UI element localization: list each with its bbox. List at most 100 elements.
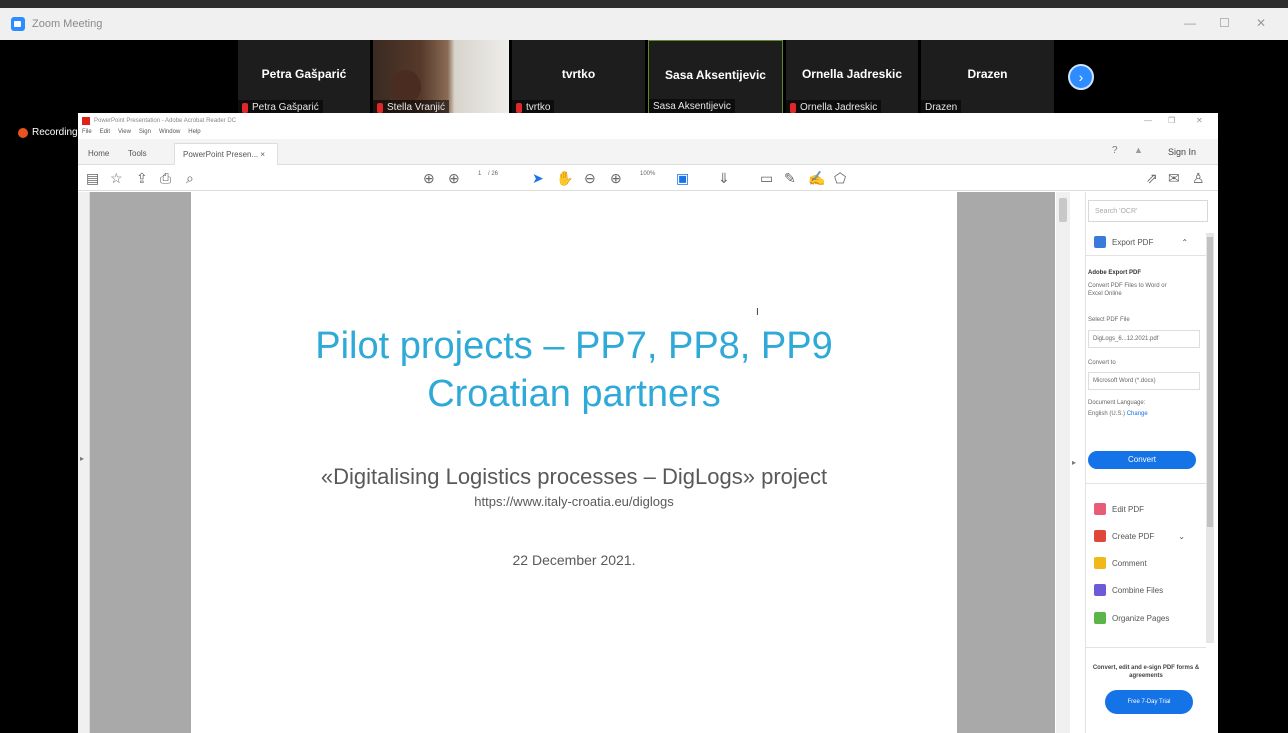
page-up-icon[interactable]: ⊕ <box>423 170 435 186</box>
recording-label: Recording <box>32 127 78 138</box>
select-tool-icon[interactable]: ➤ <box>532 170 544 186</box>
print-icon[interactable]: ⎙ <box>160 170 171 186</box>
scrollbar-thumb[interactable] <box>1059 198 1067 222</box>
upload-cloud-icon[interactable]: ⇪ <box>136 170 148 186</box>
tool-edit-pdf[interactable]: Edit PDF <box>1094 503 1144 515</box>
menu-bar: File Edit View Sign Window Help <box>78 129 201 139</box>
participant-tile-active-speaker[interactable]: Sasa Aksentijevic Sasa Aksentijevic <box>648 40 783 116</box>
document-language-label: Document Language: <box>1088 400 1146 406</box>
convert-to-select[interactable]: Microsoft Word (*.docx) <box>1088 372 1200 390</box>
muted-mic-icon <box>516 102 522 113</box>
save-icon[interactable]: ▤ <box>86 170 99 186</box>
participant-label: Sasa Aksentijevic <box>649 99 735 113</box>
chevron-right-icon: › <box>1078 69 1084 85</box>
menu-help[interactable]: Help <box>188 129 200 139</box>
fit-page-icon[interactable]: ▣ <box>676 170 689 186</box>
participant-video-tile[interactable]: Stella Vranjić <box>373 40 509 116</box>
chevron-up-icon[interactable]: ⌃ <box>1181 238 1188 247</box>
slide-date: 22 December 2021. <box>512 552 636 568</box>
acrobat-minimize-button[interactable]: — <box>1144 116 1152 125</box>
tool-label: Create PDF <box>1112 531 1155 541</box>
next-participants-button[interactable]: › <box>1068 64 1094 90</box>
sign-icon[interactable]: ✍ <box>808 170 825 186</box>
participant-label-text: Drazen <box>925 102 958 113</box>
participant-tile[interactable]: Ornella Jadreskic Ornella Jadreskic <box>786 40 918 116</box>
recording-indicator[interactable]: Recording <box>18 127 78 138</box>
email-icon[interactable]: ✉ <box>1168 170 1180 186</box>
menu-file[interactable]: File <box>82 129 92 139</box>
acrobat-titlebar: PowerPoint Presentation - Adobe Acrobat … <box>78 113 1218 129</box>
menu-sign[interactable]: Sign <box>139 129 151 139</box>
participant-tile[interactable]: Drazen Drazen <box>921 40 1054 116</box>
hand-tool-icon[interactable]: ✋ <box>556 170 573 186</box>
tools-search-input[interactable]: Search 'OCR' <box>1088 200 1208 222</box>
close-button[interactable]: ✕ <box>1256 16 1266 30</box>
document-scrollbar[interactable] <box>1056 192 1070 733</box>
highlight-pen-icon[interactable]: ✎ <box>784 170 796 186</box>
participant-label: Petra Gašparić <box>238 100 323 114</box>
participant-label: Drazen <box>921 100 962 114</box>
tab-tools[interactable]: Tools <box>120 143 155 165</box>
select-file-label: Select PDF File <box>1088 317 1130 323</box>
tool-label: Combine Files <box>1112 585 1164 595</box>
participant-tile[interactable]: Petra Gašparić Petra Gašparić <box>238 40 370 116</box>
scroll-mode-icon[interactable]: ⇓ <box>718 170 730 186</box>
document-language-value: English (U.S.) Change <box>1088 410 1148 418</box>
adobe-export-heading: Adobe Export PDF <box>1088 270 1142 276</box>
acrobat-window-title: PowerPoint Presentation - Adobe Acrobat … <box>94 118 237 124</box>
selected-file-field[interactable]: DigLogs_6...12.2021.pdf <box>1088 330 1200 348</box>
menu-view[interactable]: View <box>118 129 131 139</box>
tag-icon[interactable]: ⬠ <box>834 170 846 186</box>
zoom-out-icon[interactable]: ⊖ <box>584 170 596 186</box>
menu-edit[interactable]: Edit <box>100 129 110 139</box>
maximize-button[interactable]: ☐ <box>1219 16 1230 30</box>
free-trial-button[interactable]: Free 7-Day Trial <box>1105 690 1193 714</box>
promo-text: Convert, edit and e-sign PDF forms & agr… <box>1092 665 1200 679</box>
tab-home[interactable]: Home <box>80 143 117 165</box>
document-viewer[interactable]: Pilot projects – PP7, PP8, PP9 Croatian … <box>90 192 1055 733</box>
zoom-in-icon[interactable]: ⊕ <box>610 170 622 186</box>
tool-organize-pages[interactable]: Organize Pages <box>1094 612 1169 624</box>
participant-label: Ornella Jadreskic <box>786 100 882 114</box>
participant-label: Stella Vranjić <box>373 100 449 114</box>
zoom-level-select[interactable]: 100% <box>640 171 655 177</box>
help-icon[interactable]: ? <box>1112 145 1118 156</box>
change-language-link[interactable]: Change <box>1127 411 1148 417</box>
tool-combine-files[interactable]: Combine Files <box>1094 584 1163 596</box>
left-panel-collapsed[interactable]: ▸ <box>78 192 90 733</box>
search-icon[interactable]: ⌕ <box>186 170 194 186</box>
tool-create-pdf[interactable]: Create PDF ⌄ <box>1094 530 1185 542</box>
acrobat-close-button[interactable]: ✕ <box>1196 116 1203 125</box>
participant-label-text: Petra Gašparić <box>252 102 319 113</box>
convert-button[interactable]: Convert <box>1088 451 1196 469</box>
participant-video <box>391 70 421 104</box>
page-number-input[interactable]: 1 <box>478 171 481 177</box>
notification-bell-icon[interactable]: ▲ <box>1134 145 1143 155</box>
slide-subtitle: «Digitalising Logistics processes – DigL… <box>320 464 828 489</box>
toolbar: ▤ ☆ ⇪ ⎙ ⌕ ⊕ ⊕ 1 / 26 ➤ ✋ ⊖ ⊕ 100% ▣ ⇓ ▭ … <box>78 165 1218 191</box>
chevron-down-icon[interactable]: ⌄ <box>1178 532 1185 541</box>
sign-in-button[interactable]: Sign In <box>1168 147 1196 157</box>
minimize-button[interactable]: — <box>1184 16 1196 30</box>
comment-icon[interactable]: ▭ <box>760 170 773 186</box>
screen: Zoom Meeting — ☐ ✕ Petra Gašparić Petra … <box>0 0 1288 733</box>
tool-comment[interactable]: Comment <box>1094 557 1147 569</box>
slide-url: https://www.italy-croatia.eu/diglogs <box>474 494 674 509</box>
muted-mic-icon <box>790 102 796 113</box>
participant-tile[interactable]: tvrtko tvrtko <box>512 40 645 116</box>
share-link-icon[interactable]: ⇗ <box>1146 170 1158 186</box>
expand-left-panel-icon[interactable]: ▸ <box>80 454 84 463</box>
menu-window[interactable]: Window <box>159 129 180 139</box>
export-pdf-header[interactable]: Export PDF ⌃ <box>1094 236 1188 248</box>
page-down-icon[interactable]: ⊕ <box>448 170 460 186</box>
participant-label-text: Stella Vranjić <box>387 102 445 113</box>
organize-pages-icon <box>1094 612 1106 624</box>
acrobat-maximize-button[interactable]: ❐ <box>1168 116 1175 125</box>
scrollbar-thumb[interactable] <box>1207 237 1213 527</box>
acrobat-logo-icon <box>82 117 90 125</box>
expand-right-pane-icon[interactable]: ▸ <box>1072 458 1076 467</box>
tab-document[interactable]: PowerPoint Presen... × <box>174 143 278 165</box>
add-user-icon[interactable]: ♙ <box>1192 170 1205 186</box>
bookmark-star-icon[interactable]: ☆ <box>110 170 123 186</box>
tools-pane-scrollbar[interactable] <box>1206 233 1214 643</box>
